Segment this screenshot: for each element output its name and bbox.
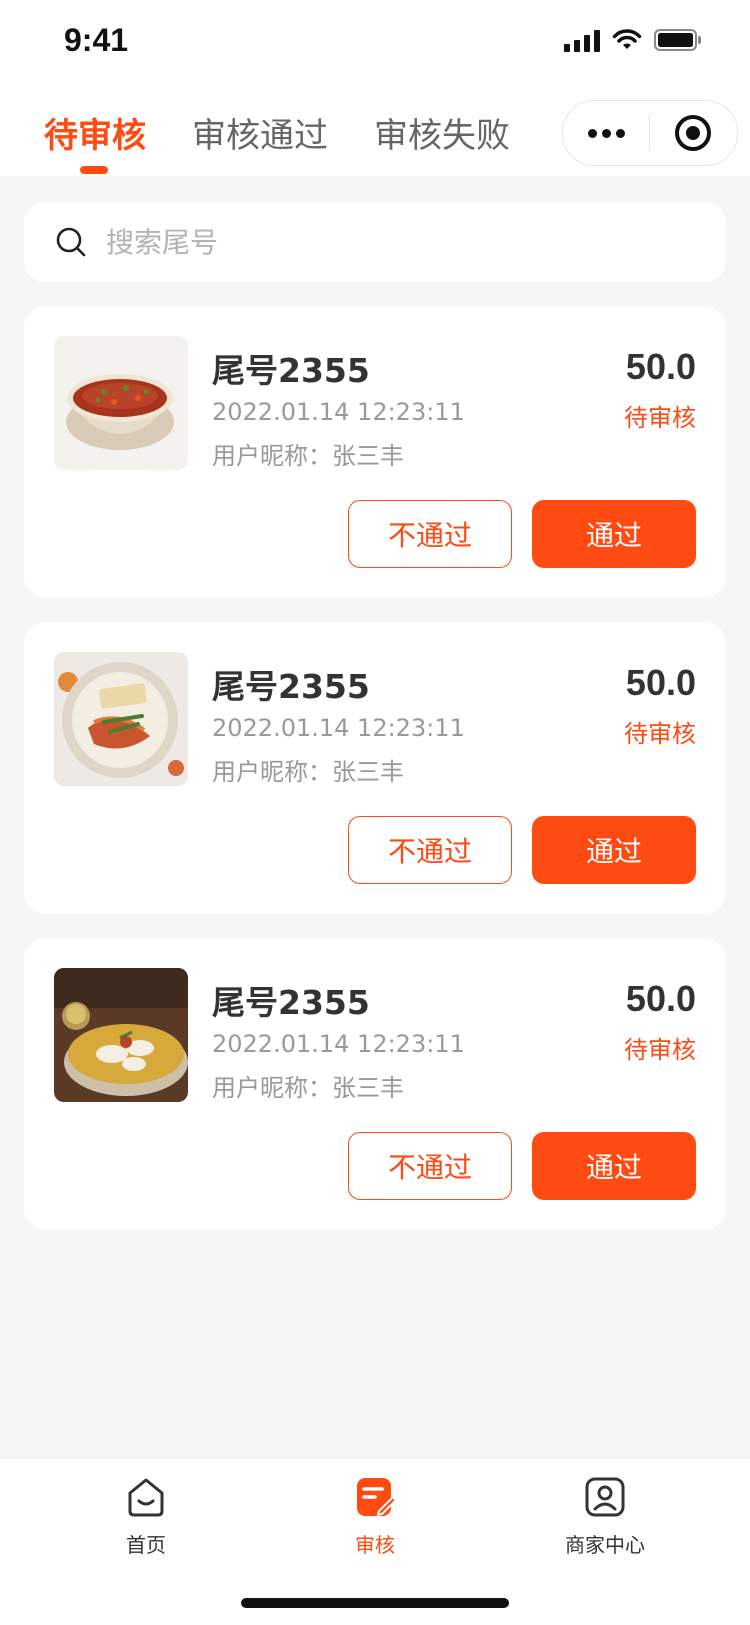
status-time: 9:41 xyxy=(64,22,129,58)
order-status: 待审核 xyxy=(624,404,696,432)
order-nickname: 用户昵称：张三丰 xyxy=(212,758,404,786)
miniprogram-capsule xyxy=(562,100,738,166)
food-thumbnail-soup xyxy=(54,336,188,470)
review-tabs: 待审核 审核通过 审核失败 xyxy=(44,108,510,174)
review-icon xyxy=(353,1475,398,1523)
approve-button[interactable]: 通过 xyxy=(532,816,696,884)
tabbar-label-review: 审核 xyxy=(355,1533,395,1557)
order-title: 尾号2355 xyxy=(212,983,370,1022)
home-indicator xyxy=(241,1598,509,1608)
order-price: 50.0 xyxy=(625,662,696,703)
order-nickname: 用户昵称：张三丰 xyxy=(212,1074,404,1102)
order-datetime: 2022.01.14 12:23:11 xyxy=(212,398,465,426)
order-status: 待审核 xyxy=(624,720,696,748)
order-status: 待审核 xyxy=(624,1036,696,1064)
approve-button[interactable]: 通过 xyxy=(532,500,696,568)
order-title: 尾号2355 xyxy=(212,667,370,706)
wifi-icon xyxy=(612,29,642,51)
order-price: 50.0 xyxy=(625,346,696,387)
tabbar-label-merchant: 商家中心 xyxy=(565,1533,645,1557)
tab-approved[interactable]: 审核通过 xyxy=(192,108,328,157)
order-card: 尾号2355 2022.01.14 12:23:11 用户昵称：张三丰 50.0… xyxy=(24,306,726,598)
search-icon xyxy=(54,225,88,259)
signal-icon xyxy=(564,28,600,52)
order-card: 尾号2355 2022.01.14 12:23:11 用户昵称：张三丰 50.0… xyxy=(24,938,726,1230)
merchant-icon xyxy=(583,1475,627,1523)
order-title: 尾号2355 xyxy=(212,351,370,390)
approve-button[interactable]: 通过 xyxy=(532,1132,696,1200)
tabbar-item-review[interactable]: 审核 xyxy=(295,1475,455,1558)
search-input[interactable] xyxy=(104,224,668,260)
reject-button[interactable]: 不通过 xyxy=(348,500,512,568)
status-bar: 9:41 xyxy=(0,0,750,88)
tab-failed[interactable]: 审核失败 xyxy=(374,108,510,157)
reject-button[interactable]: 不通过 xyxy=(348,816,512,884)
order-price: 50.0 xyxy=(625,978,696,1019)
home-icon xyxy=(124,1475,168,1523)
more-icon[interactable] xyxy=(563,128,649,138)
tabbar-item-merchant[interactable]: 商家中心 xyxy=(525,1475,685,1558)
food-thumbnail-fish-pot xyxy=(54,968,188,1102)
order-card: 尾号2355 2022.01.14 12:23:11 用户昵称：张三丰 50.0… xyxy=(24,622,726,914)
tabbar-label-home: 首页 xyxy=(126,1533,166,1557)
battery-icon xyxy=(654,28,702,52)
close-target-icon[interactable] xyxy=(650,113,736,153)
status-icons xyxy=(564,28,702,52)
order-nickname: 用户昵称：张三丰 xyxy=(212,442,404,470)
search-bar xyxy=(24,202,726,282)
order-datetime: 2022.01.14 12:23:11 xyxy=(212,1030,465,1058)
order-datetime: 2022.01.14 12:23:11 xyxy=(212,714,465,742)
header: 待审核 审核通过 审核失败 xyxy=(0,88,750,176)
tabbar-item-home[interactable]: 首页 xyxy=(66,1475,226,1558)
tab-pending[interactable]: 待审核 xyxy=(44,108,146,174)
food-thumbnail-pasta xyxy=(54,652,188,786)
reject-button[interactable]: 不通过 xyxy=(348,1132,512,1200)
